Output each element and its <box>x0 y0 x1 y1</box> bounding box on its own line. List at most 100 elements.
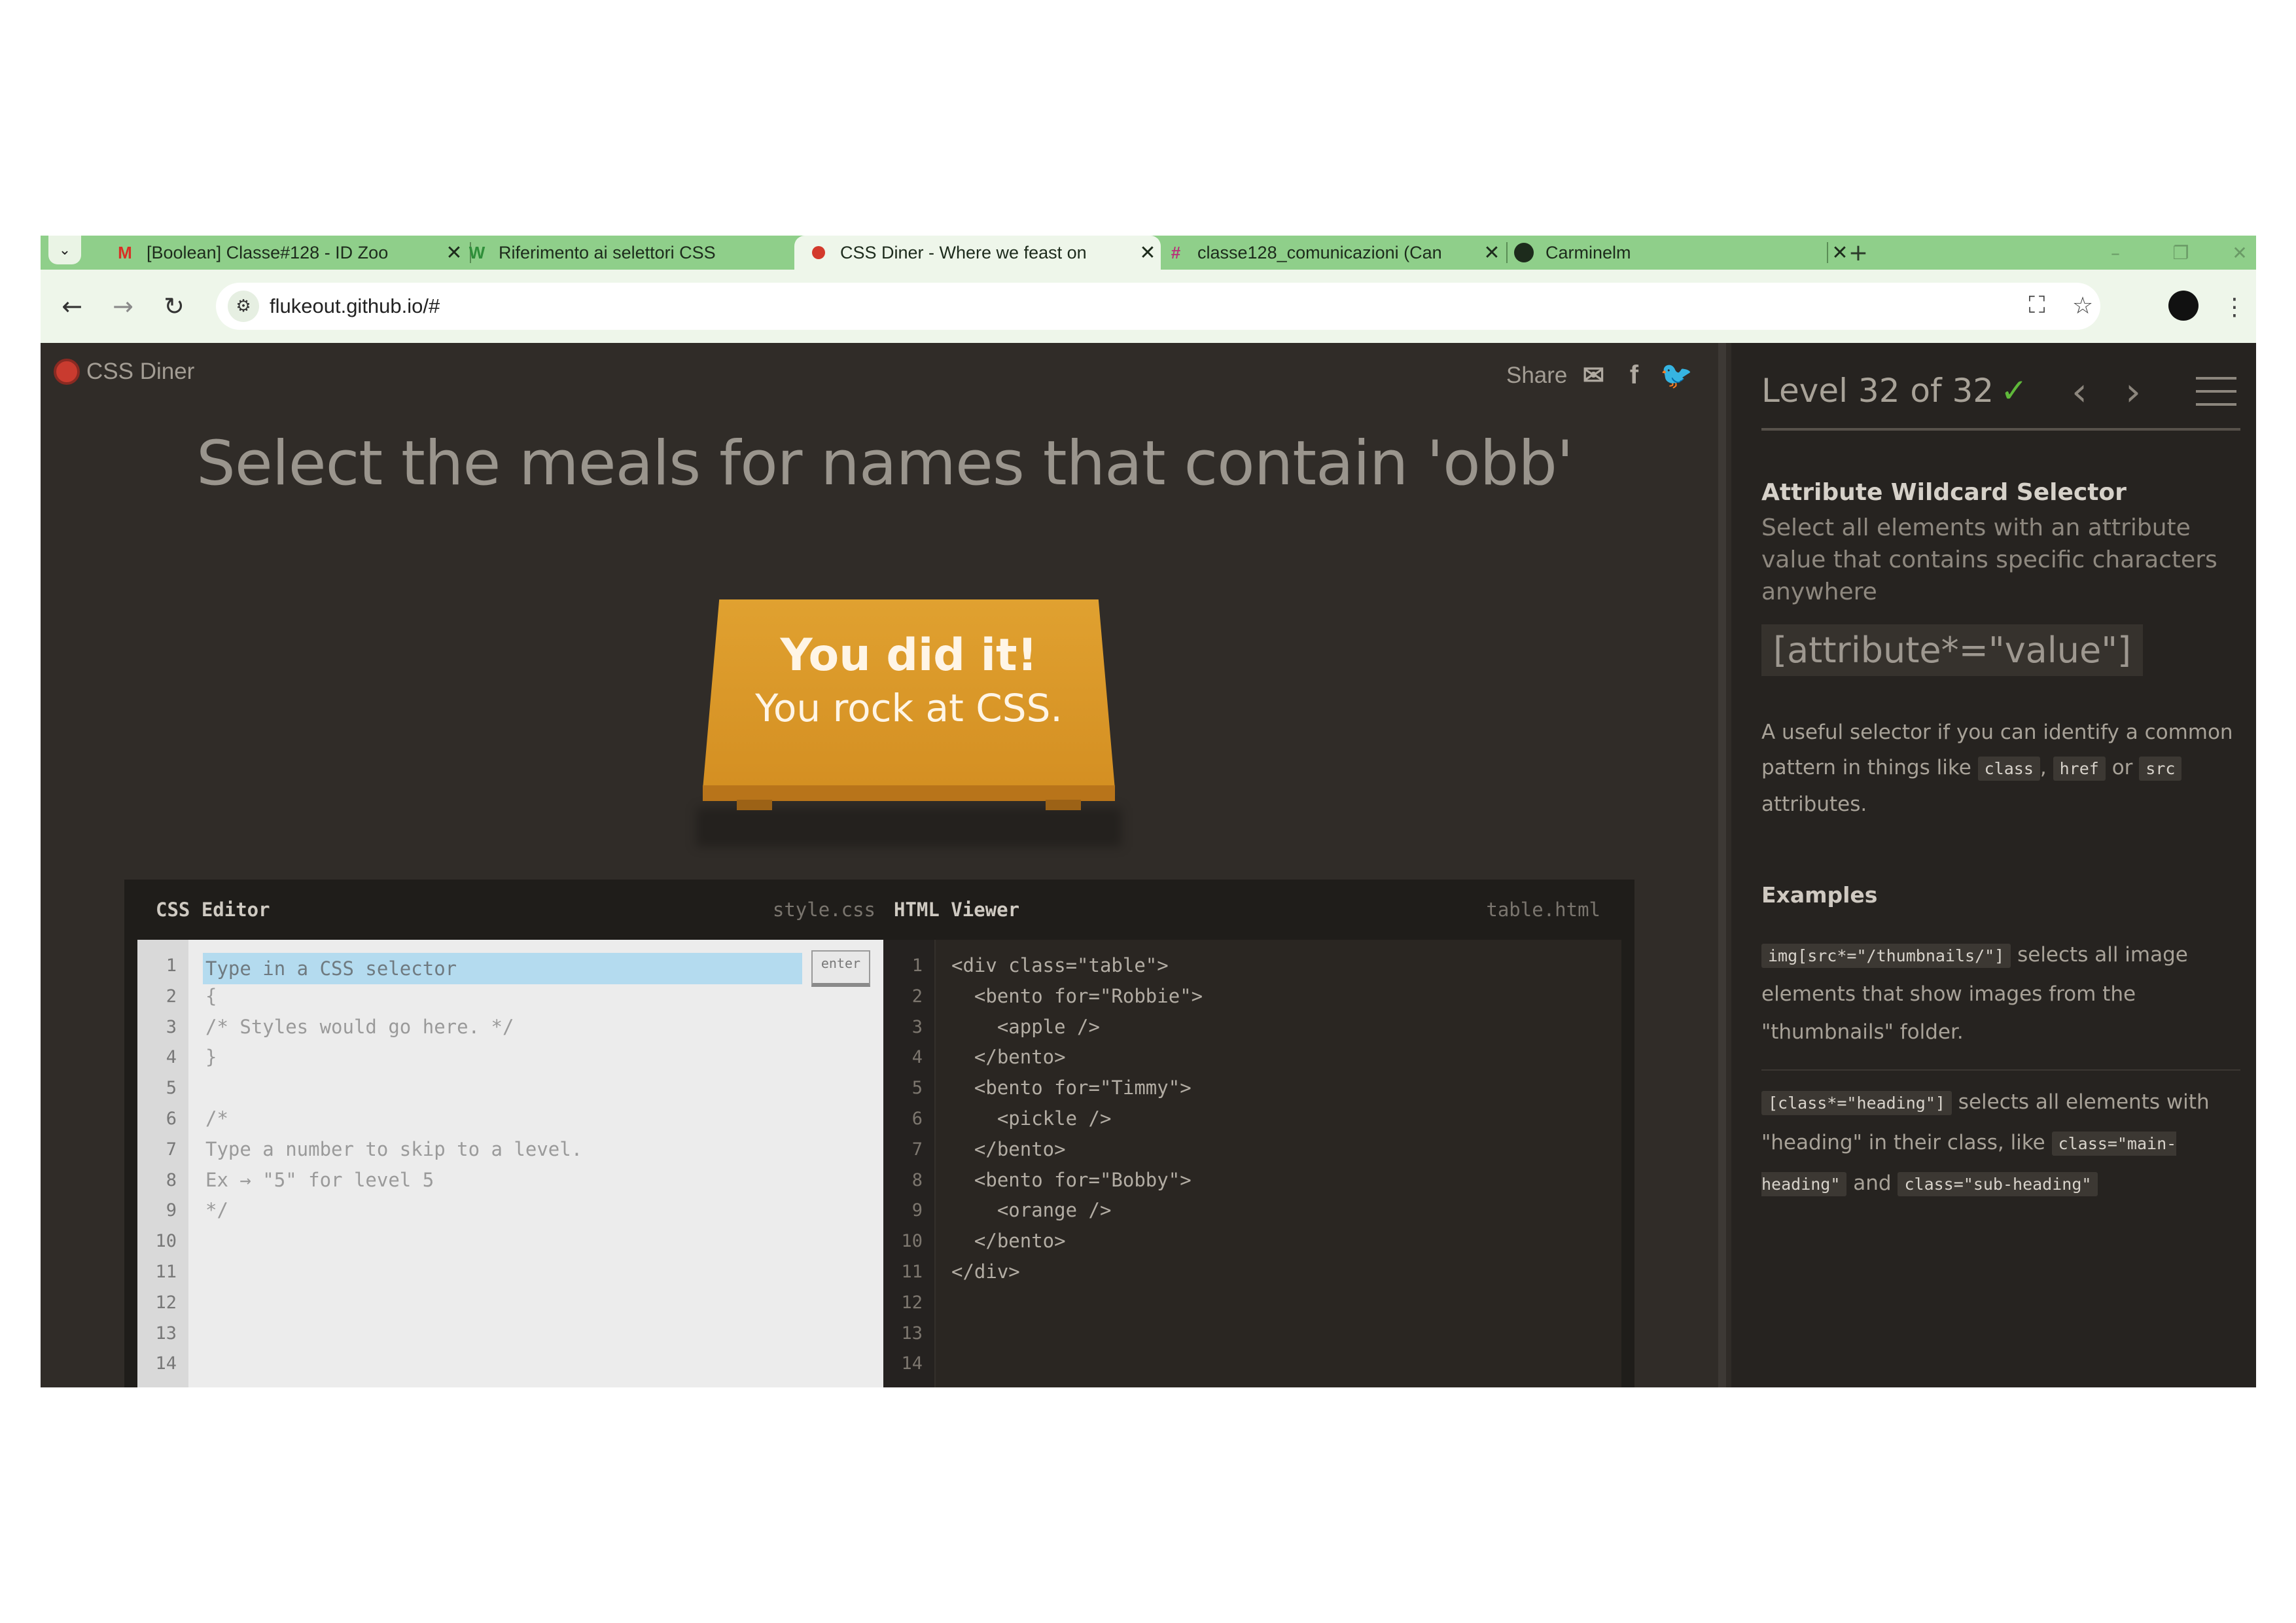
line-number: 4 <box>911 1047 923 1068</box>
tab-gmail[interactable]: M [Boolean] Classe#128 - ID Zoo ✕ <box>101 236 467 270</box>
tab-title: CSS Diner - Where we feast on <box>840 242 1087 262</box>
css-editor-pane: 1234567891011121314 enter {/* Styles wou… <box>137 940 883 1387</box>
address-url[interactable]: flukeout.github.io/# <box>270 283 440 330</box>
browser-toolbar: ← → ↻ ⚙ flukeout.github.io/# ⛶ ☆ ⋮ <box>41 270 2256 343</box>
line-number: 1 <box>166 955 177 976</box>
new-tab-button[interactable]: + <box>1843 236 1873 270</box>
tab-search-button[interactable]: ⌄ <box>48 236 81 264</box>
tab-slack[interactable]: # classe128_comunicazioni (Can ✕ <box>1152 236 1505 270</box>
code-line: <bento for="Bobby"> <box>951 1168 1192 1191</box>
code-line: } <box>205 1046 217 1069</box>
site-info-icon[interactable]: ⚙ <box>228 291 259 322</box>
hint-text: or <box>2111 756 2133 779</box>
css-diner-logo-icon <box>54 359 80 385</box>
translate-icon[interactable]: ⛶ <box>2022 291 2052 321</box>
address-bar[interactable]: ⚙ flukeout.github.io/# ⛶ ☆ <box>216 283 2100 330</box>
success-title: You did it! <box>780 630 1038 681</box>
code-tag: src <box>2139 757 2182 781</box>
code-line: </div> <box>951 1260 1020 1283</box>
line-number: 13 <box>155 1323 177 1344</box>
line-number: 2 <box>911 986 923 1007</box>
code-line: Type a number to skip to a level. <box>205 1137 583 1160</box>
selector-name: Attribute Wildcard Selector <box>1761 479 2127 506</box>
css-diner-icon <box>807 241 830 264</box>
line-number: 6 <box>911 1109 923 1129</box>
code-line: /* Styles would go here. */ <box>205 1015 514 1038</box>
css-editor-header: CSS Editor style.css <box>156 880 875 940</box>
email-icon[interactable]: ✉ <box>1579 361 1608 391</box>
example-2: [class*="heading"] selects all elements … <box>1761 1082 2239 1204</box>
table-leg <box>737 800 772 810</box>
facebook-icon[interactable]: f <box>1619 361 1648 390</box>
tab-title: classe128_comunicazioni (Can <box>1197 242 1442 262</box>
tab-strip: ⌄ M [Boolean] Classe#128 - ID Zoo ✕ W Ri… <box>41 236 2256 270</box>
back-icon[interactable]: ← <box>55 289 89 323</box>
line-number: 7 <box>166 1139 177 1160</box>
html-viewer-pane: 1 2 3 4 5 6 7 8 9 10 11 12 13 14 <div class="table"> … <box>883 940 1621 1387</box>
line-number: 9 <box>166 1200 177 1221</box>
tab-title: Riferimento ai selettori CSS <box>499 242 716 262</box>
enter-button[interactable]: enter <box>811 950 870 987</box>
tab-title: Carminelm <box>1545 242 1631 262</box>
share-label: Share <box>1506 362 1568 388</box>
gmail-icon: M <box>118 242 132 262</box>
tab-github[interactable]: Carminelm ✕ <box>1500 236 1853 270</box>
line-number: 5 <box>166 1078 177 1099</box>
line-number: 11 <box>901 1262 923 1282</box>
tab-selectors-reference[interactable]: W Riferimento ai selettori CSS ✕ <box>453 236 819 270</box>
twitter-icon[interactable]: 🐦 <box>1660 360 1693 391</box>
table-edge <box>703 785 1115 801</box>
tab-separator <box>1827 242 1828 263</box>
reload-icon[interactable]: ↻ <box>157 289 191 323</box>
minimize-icon[interactable]: – <box>2093 236 2138 270</box>
line-number: 10 <box>155 1231 177 1252</box>
html-viewer-file: table.html <box>1486 899 1600 921</box>
next-level-icon[interactable]: › <box>2125 369 2141 415</box>
profile-avatar[interactable] <box>2168 291 2199 321</box>
code-editor: CSS Editor style.css HTML Viewer table.h… <box>124 880 1634 1387</box>
line-number: 12 <box>155 1292 177 1313</box>
game-table: You did it! You rock at CSS. <box>696 599 1122 847</box>
examples-heading: Examples <box>1761 882 1878 908</box>
code-line: { <box>205 984 217 1007</box>
tab-title: [Boolean] Classe#128 - ID Zoo <box>147 242 389 262</box>
line-number: 1 <box>911 955 923 976</box>
css-selector-input[interactable] <box>203 953 802 984</box>
level-menu-icon[interactable] <box>2196 377 2236 416</box>
line-number: 2 <box>166 986 177 1007</box>
line-number: 14 <box>901 1353 923 1374</box>
level-text: Level 32 of 32 <box>1761 372 1994 410</box>
share-bar: Share ✉ f 🐦 <box>1506 360 1693 391</box>
checkmark-icon: ✓ <box>2000 372 2028 410</box>
level-progress-rule <box>1761 428 2240 431</box>
line-number: 8 <box>166 1169 177 1190</box>
previous-level-icon[interactable]: ‹ <box>2072 369 2087 415</box>
html-line-gutter: 1 2 3 4 5 6 7 8 9 10 11 12 13 14 <box>883 940 936 1387</box>
css-line-gutter: 1 2 3 4 5 6 7 8 9 10 11 12 13 14 <box>137 940 188 1387</box>
level-indicator: Level 32 of 32 ✓ <box>1761 372 2028 410</box>
level-sidebar: Level 32 of 32 ✓ ‹ › Attribute Wildcard S… <box>1731 343 2256 1387</box>
chevron-down-icon: ⌄ <box>58 241 71 259</box>
pane-divider[interactable] <box>1718 343 1726 1387</box>
bookmark-star-icon[interactable]: ☆ <box>2068 291 2098 321</box>
menu-kebab-icon[interactable]: ⋮ <box>2219 292 2250 322</box>
line-number: 4 <box>166 1047 177 1068</box>
slack-icon: # <box>1171 242 1181 262</box>
logo[interactable]: CSS Diner <box>54 359 194 385</box>
forward-icon[interactable]: → <box>106 289 140 323</box>
selector-hint: A useful selector if you can identify a … <box>1761 715 2239 822</box>
example-divider <box>1761 1069 2240 1071</box>
code-line: */ <box>205 1199 228 1222</box>
restore-icon[interactable]: ❐ <box>2158 236 2204 270</box>
hint-text: attributes. <box>1761 793 1867 816</box>
line-number: 11 <box>155 1262 177 1282</box>
code-line: <orange /> <box>951 1199 1112 1222</box>
line-number: 10 <box>901 1231 923 1252</box>
table-leg <box>1046 800 1081 810</box>
line-number: 7 <box>911 1139 923 1160</box>
code-tag: class="sub-heading" <box>1898 1172 2098 1196</box>
success-subtitle: You rock at CSS. <box>755 686 1063 730</box>
example-1: img[src*="/thumbnails/"] selects all ima… <box>1761 936 2239 1051</box>
tab-css-diner[interactable]: CSS Diner - Where we feast on ✕ <box>794 236 1161 270</box>
window-close-icon[interactable]: ✕ <box>2223 236 2256 270</box>
